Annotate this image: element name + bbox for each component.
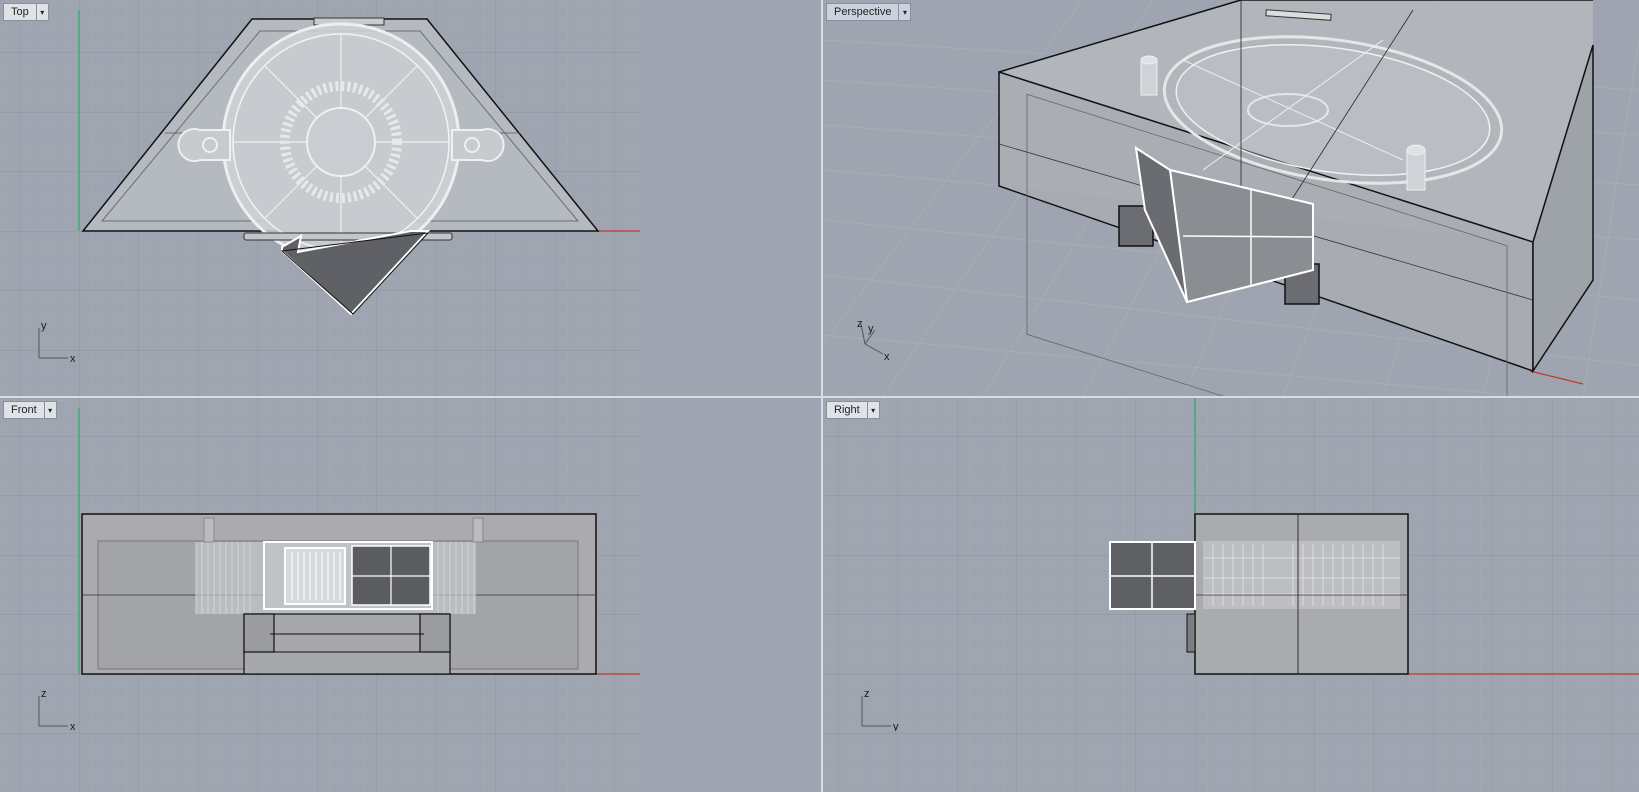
gizmo-axis-label: z [864,688,870,700]
viewport-title: Front [11,404,37,416]
viewport-label-front[interactable]: Front ▾ [3,401,57,419]
front-view-canvas[interactable] [0,398,821,792]
viewport-title: Perspective [834,6,892,18]
gizmo-axis-label: z [41,688,47,700]
top-view-canvas[interactable] [0,0,821,396]
chevron-down-icon[interactable]: ▾ [866,402,879,418]
viewport-top[interactable]: Top ▾ y x [0,0,821,396]
axis-gizmo: z x [38,688,76,731]
viewport-title: Top [11,6,29,18]
gizmo-axis-label: y [41,320,47,332]
gizmo-axis-label: z [857,318,863,330]
gizmo-axis-label: y [868,323,874,335]
viewport-title: Right [834,404,860,416]
viewport-label-right[interactable]: Right ▾ [826,401,880,419]
viewport-label-perspective[interactable]: Perspective ▾ [826,3,912,21]
axis-gizmo: z y x [857,318,890,363]
viewport-perspective[interactable]: Perspective ▾ z y x [823,0,1639,396]
chevron-down-icon[interactable]: ▾ [35,4,48,20]
axis-gizmo: z y [861,688,899,731]
viewport-right[interactable]: Right ▾ z y [823,398,1639,792]
chevron-down-icon[interactable]: ▾ [898,4,910,20]
viewport-front[interactable]: Front ▾ z x [0,398,821,792]
right-view-canvas[interactable] [823,398,1639,792]
viewport-label-top[interactable]: Top ▾ [3,3,49,21]
axis-gizmo: y x [38,320,76,363]
gizmo-axis-label: y [893,721,899,731]
perspective-view-canvas[interactable] [823,0,1639,396]
gizmo-axis-label: x [70,721,76,731]
chevron-down-icon[interactable]: ▾ [43,402,56,418]
gizmo-axis-label: x [884,351,890,363]
gizmo-axis-label: x [70,353,76,363]
